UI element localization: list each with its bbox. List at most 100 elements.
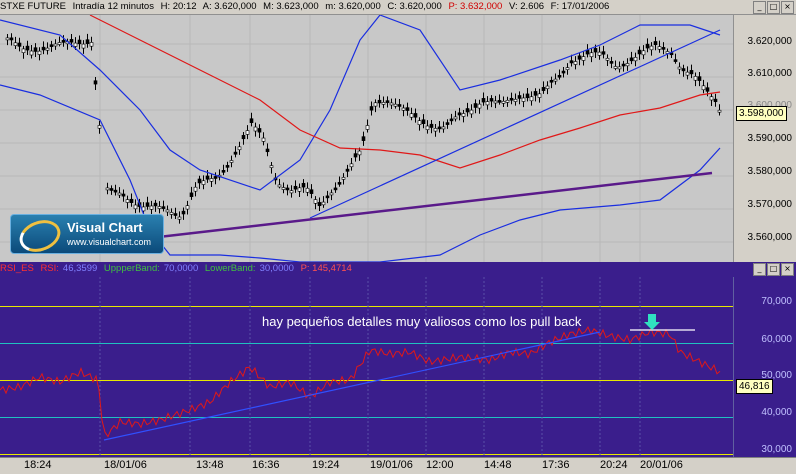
candle-body xyxy=(289,190,294,194)
candle-body xyxy=(125,199,130,203)
candle-body xyxy=(425,125,430,131)
candle-body xyxy=(121,193,126,197)
candle-body xyxy=(433,128,438,132)
candle-body xyxy=(561,70,566,74)
candle-body xyxy=(569,60,574,64)
candle-body xyxy=(617,66,622,70)
candle-body xyxy=(565,67,570,70)
candle-body xyxy=(165,209,170,213)
header-symbol: STXE FUTURE xyxy=(0,1,66,12)
maximize-button[interactable]: □ xyxy=(767,1,780,14)
candle-body xyxy=(61,40,66,43)
price-chart-window[interactable]: STXE FUTURE Intradía 12 minutos H: 20:12… xyxy=(0,0,796,262)
time-tick: 20/01/06 xyxy=(640,459,683,471)
candle-body xyxy=(305,187,310,193)
candle-body xyxy=(465,108,470,113)
time-tick: 14:48 xyxy=(484,459,512,471)
candle-body xyxy=(417,120,422,125)
minimize-button[interactable]: _ xyxy=(753,1,766,14)
rsi-value: 46,3599 xyxy=(62,263,98,274)
candle-body xyxy=(705,87,710,92)
time-tick: 16:36 xyxy=(252,459,280,471)
candle-body xyxy=(625,63,630,67)
candle-body xyxy=(333,187,338,191)
candle-body xyxy=(313,199,318,204)
close-button[interactable]: × xyxy=(781,1,794,14)
candle-body xyxy=(633,57,638,62)
rsi-p-value: P: 145,4714 xyxy=(300,263,352,274)
candle-body xyxy=(457,112,462,116)
maximize-button[interactable]: □ xyxy=(767,263,780,276)
candle-body xyxy=(177,216,182,220)
rsi-tick: 40,000 xyxy=(761,407,792,418)
candle-body xyxy=(85,39,90,44)
upper-band-value: 70,0000 xyxy=(163,263,199,274)
candle-body xyxy=(609,61,614,64)
candle-body xyxy=(69,39,74,43)
rsi-header: RSI_ES RSI: 46,3599 UppperBand: 70,0000 Lo… xyxy=(0,262,796,276)
rsi-chart-canvas[interactable] xyxy=(0,262,734,457)
candle-body xyxy=(613,66,618,69)
candle-body xyxy=(709,96,714,101)
candle-body xyxy=(337,182,342,185)
minimize-button[interactable]: _ xyxy=(753,263,766,276)
time-tick: 19/01/06 xyxy=(370,459,413,471)
candle-body xyxy=(593,48,598,53)
time-axis[interactable]: 18:24 18/01/06 13:48 16:36 19:24 19/01/0… xyxy=(0,457,796,474)
candle-body xyxy=(493,100,498,104)
candle-body xyxy=(713,98,718,103)
candle-body xyxy=(449,118,454,122)
candle-body xyxy=(209,178,214,182)
candle-body xyxy=(505,100,510,103)
candle-body xyxy=(161,206,166,209)
candle-body xyxy=(213,176,218,179)
candle-body xyxy=(89,42,94,47)
candle-body xyxy=(25,45,30,51)
candle-body xyxy=(197,178,202,184)
candle-body xyxy=(645,43,650,49)
candle-body xyxy=(21,48,26,53)
candle-body xyxy=(133,204,138,210)
candle-body xyxy=(485,101,490,106)
candle-body xyxy=(629,57,634,62)
candle-body xyxy=(361,136,366,141)
current-rsi-label: 46,816 xyxy=(736,379,773,394)
pullback-arrow-icon xyxy=(644,314,660,330)
candle-body xyxy=(381,102,386,105)
price-axis[interactable]: 3.620,000 3.610,000 3.600,000 3.590,000 … xyxy=(733,15,796,262)
rsi-name: RSI: xyxy=(40,263,59,274)
candle-body xyxy=(77,39,82,45)
candle-body xyxy=(45,47,50,51)
candle-body xyxy=(237,146,242,151)
lower-band-value: 30,0000 xyxy=(259,263,294,274)
rsi-axis[interactable]: 70,000 60,000 50,000 40,000 30,000 46,81… xyxy=(733,277,796,457)
candle-body xyxy=(501,101,506,104)
candle-body xyxy=(193,186,198,192)
price-window-controls: _ □ × xyxy=(753,1,794,14)
time-tick: 18/01/06 xyxy=(104,459,147,471)
close-button[interactable]: × xyxy=(781,263,794,276)
candle-body xyxy=(545,85,550,90)
candle-body xyxy=(697,76,702,81)
candle-body xyxy=(497,100,502,103)
price-tick: 3.580,000 xyxy=(747,166,793,177)
candle-body xyxy=(357,150,362,156)
candle-body xyxy=(405,107,410,111)
candle-body xyxy=(37,50,42,55)
rsi-chart-window[interactable]: RSI_ES RSI: 46,3599 UppperBand: 70,0000 Lo… xyxy=(0,262,796,457)
candle-body xyxy=(41,46,46,51)
candle-body xyxy=(689,70,694,75)
rsi-tick: 70,000 xyxy=(761,296,792,307)
candle-body xyxy=(57,42,62,45)
candle-body xyxy=(269,165,274,168)
candle-body xyxy=(29,50,34,56)
candle-body xyxy=(181,210,186,215)
candle-body xyxy=(657,46,662,50)
candle-body xyxy=(169,212,174,215)
candle-body xyxy=(285,187,290,191)
candle-body xyxy=(105,187,110,191)
candle-body xyxy=(473,103,478,108)
rsi-tick: 60,000 xyxy=(761,334,792,345)
candle-body xyxy=(377,99,382,104)
candle-body xyxy=(429,123,434,128)
